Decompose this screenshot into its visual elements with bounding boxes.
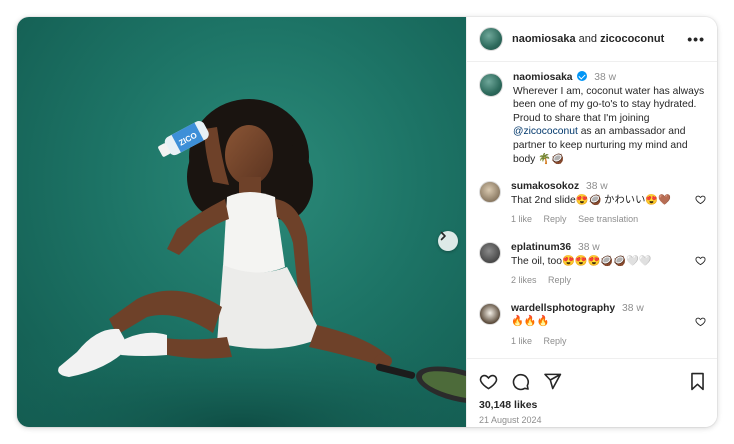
post-sidebar: naomiosaka and zicococonut ••• naomiosak… bbox=[466, 17, 717, 427]
comment-username[interactable]: sumakosokoz bbox=[511, 181, 579, 192]
avatar[interactable] bbox=[479, 73, 503, 97]
heart-icon[interactable] bbox=[695, 316, 706, 327]
action-bar bbox=[479, 369, 706, 393]
likes-count[interactable]: 30,148 likes bbox=[479, 399, 706, 411]
comment-body: eplatinum36 38 w The oil, too😍😍😍🥥🥥🤍🤍 2 l… bbox=[511, 241, 691, 288]
comment-meta: 1 like Reply bbox=[511, 335, 691, 349]
like-button[interactable] bbox=[479, 372, 498, 391]
comment-item: wardellsphotography 38 w 🔥🔥🔥 1 like Repl… bbox=[479, 302, 706, 349]
avatar[interactable] bbox=[479, 27, 503, 51]
photo-illustration: ZICO bbox=[17, 99, 466, 427]
comment-body: sumakosokoz 38 w That 2nd slide😍🥥 かわいい😍🤎… bbox=[511, 180, 691, 227]
post-date[interactable]: 21 August 2024 bbox=[479, 415, 706, 425]
bookmark-icon bbox=[691, 372, 704, 390]
post-authors: naomiosaka and zicococonut bbox=[512, 33, 687, 45]
comment-body: wardellsphotography 38 w 🔥🔥🔥 1 like Repl… bbox=[511, 302, 691, 349]
reply-button[interactable]: Reply bbox=[544, 336, 567, 346]
avatar[interactable] bbox=[479, 302, 501, 325]
reply-button[interactable]: Reply bbox=[544, 214, 567, 224]
save-button[interactable] bbox=[689, 372, 706, 391]
caption-username[interactable]: naomiosaka bbox=[513, 72, 573, 83]
comment-icon bbox=[512, 373, 529, 390]
heart-icon bbox=[479, 374, 498, 390]
comment-text: That 2nd slide😍🥥 かわいい😍🤎 bbox=[511, 194, 672, 206]
author-joiner: and bbox=[578, 33, 598, 45]
caption-time[interactable]: 38 w bbox=[594, 72, 616, 83]
comment-text: 🔥🔥🔥 bbox=[511, 316, 550, 328]
share-button[interactable] bbox=[543, 372, 562, 391]
avatar[interactable] bbox=[479, 241, 501, 264]
see-translation-button[interactable]: See translation bbox=[578, 214, 638, 224]
reply-button[interactable]: Reply bbox=[548, 275, 571, 285]
chevron-right-icon bbox=[440, 231, 446, 241]
comment-time[interactable]: 38 w bbox=[622, 303, 644, 314]
comment-time[interactable]: 38 w bbox=[578, 242, 600, 253]
author-link-naomiosaka[interactable]: naomiosaka bbox=[512, 33, 576, 45]
send-icon bbox=[544, 373, 562, 389]
comment-username[interactable]: eplatinum36 bbox=[511, 242, 571, 253]
heart-icon[interactable] bbox=[695, 194, 706, 205]
comment-likes[interactable]: 1 like bbox=[511, 214, 532, 224]
post-photo: ZICO bbox=[17, 17, 466, 427]
next-slide-button[interactable] bbox=[438, 231, 458, 251]
avatar[interactable] bbox=[479, 181, 501, 204]
heart-icon[interactable] bbox=[695, 255, 706, 266]
comments-section[interactable]: naomiosaka 38 w Wherever I am, coconut w… bbox=[467, 63, 717, 358]
post-caption: naomiosaka 38 w Wherever I am, coconut w… bbox=[479, 71, 706, 166]
comment-time[interactable]: 38 w bbox=[586, 181, 608, 192]
caption-text: naomiosaka 38 w Wherever I am, coconut w… bbox=[513, 71, 706, 166]
comment-meta: 1 like Reply See translation bbox=[511, 213, 691, 227]
comment-text: The oil, too😍😍😍🥥🥥🤍🤍 bbox=[511, 255, 652, 267]
comment-meta: 2 likes Reply bbox=[511, 274, 691, 288]
comment-likes[interactable]: 2 likes bbox=[511, 275, 537, 285]
verified-badge-icon bbox=[577, 71, 588, 81]
mention-link[interactable]: @zicococonut bbox=[513, 126, 578, 137]
comment-button[interactable] bbox=[511, 372, 530, 391]
more-options-button[interactable]: ••• bbox=[687, 31, 705, 47]
post-header: naomiosaka and zicococonut ••• bbox=[467, 17, 717, 62]
post-modal: ZICO naomiosaka and zicococonut ••• naom… bbox=[17, 17, 717, 427]
comment-item: eplatinum36 38 w The oil, too😍😍😍🥥🥥🤍🤍 2 l… bbox=[479, 241, 706, 288]
comment-likes[interactable]: 1 like bbox=[511, 336, 532, 346]
more-horizontal-icon: ••• bbox=[687, 31, 705, 47]
comment-username[interactable]: wardellsphotography bbox=[511, 303, 615, 314]
comment-item: sumakosokoz 38 w That 2nd slide😍🥥 かわいい😍🤎… bbox=[479, 180, 706, 227]
caption-text-before: Wherever I am, coconut water has always … bbox=[513, 85, 705, 124]
author-link-zicococonut[interactable]: zicococonut bbox=[600, 33, 664, 45]
post-actions: 30,148 likes 21 August 2024 bbox=[467, 358, 717, 427]
